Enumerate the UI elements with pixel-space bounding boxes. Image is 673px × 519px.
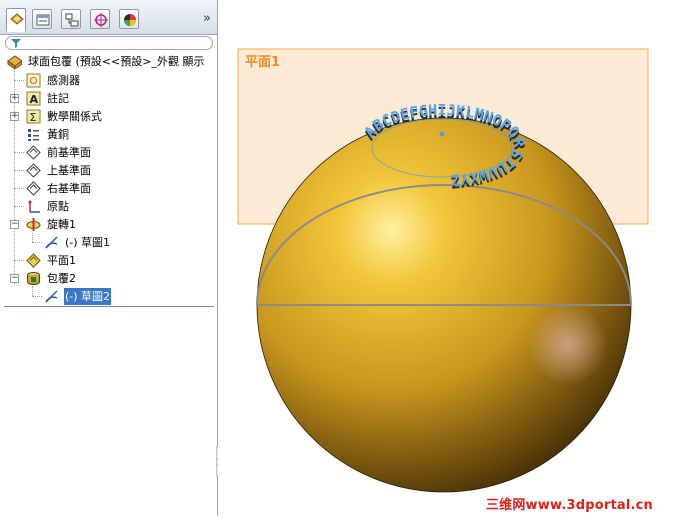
tab-property-manager[interactable] [32, 9, 52, 29]
tree-item-annotations[interactable]: + A 註記 [0, 90, 215, 107]
sphere-highlight [528, 305, 608, 385]
tree-filter-input[interactable] [5, 36, 213, 50]
tree-item-label: 前基準面 [47, 146, 91, 159]
tree-item-label: 右基準面 [47, 182, 91, 195]
graphics-area[interactable]: 平面1 ABCDEFGHIJKLMNOPQRSTUVWXYZ ABCDEFGHI… [218, 0, 673, 516]
tree-item-front-plane[interactable]: 前基準面 [0, 144, 215, 161]
tree-root-label: 球面包覆 (預設<<預設>_外觀 顯示 [28, 55, 205, 68]
tree-item-label: 感測器 [47, 74, 80, 87]
wrap-icon [27, 272, 40, 285]
dimxpert-icon [94, 13, 108, 27]
filter-icon [11, 39, 21, 48]
collapse-toggle[interactable]: − [10, 220, 19, 229]
tree-item-label: 包覆2 [47, 272, 76, 285]
part-icon [7, 55, 22, 69]
plane-icon [26, 181, 41, 196]
sensor-icon [26, 73, 41, 88]
tree-item-label: 註記 [47, 92, 69, 105]
tree-item-revolve1[interactable]: − 旋轉1 [0, 216, 215, 233]
tree-item-plane1[interactable]: 平面1 [0, 252, 215, 269]
sketch-icon [45, 290, 58, 303]
panel-tab-bar: » [0, 0, 217, 35]
tab-dimxpert[interactable] [90, 9, 110, 29]
sketch-icon [45, 236, 58, 249]
tree-item-label: 黃銅 [47, 128, 69, 141]
origin-icon [28, 200, 40, 213]
tree-item-sketch1[interactable]: (-) 草圖1 [0, 234, 215, 251]
tree-item-right-plane[interactable]: 右基準面 [0, 180, 215, 197]
tree-item-label-selected: (-) 草圖2 [64, 288, 112, 305]
material-icon [28, 129, 39, 141]
tree-item-label: (-) 草圖1 [65, 236, 111, 249]
svg-text:Σ: Σ [30, 111, 37, 124]
tree-item-label: 上基準面 [47, 164, 91, 177]
plane-icon [26, 163, 41, 178]
model-view[interactable]: 平面1 ABCDEFGHIJKLMNOPQRSTUVWXYZ ABCDEFGHI… [218, 0, 673, 516]
tree-item-label: 原點 [47, 200, 69, 213]
tab-display-manager[interactable] [119, 9, 139, 29]
equation-icon: Σ [26, 109, 41, 124]
sketch-point[interactable] [439, 131, 445, 137]
tab-configuration-manager[interactable] [61, 9, 81, 29]
tree-item-top-plane[interactable]: 上基準面 [0, 162, 215, 179]
tree-item-origin[interactable]: 原點 [0, 198, 215, 215]
property-manager-icon [36, 14, 50, 26]
tree-item-label: 平面1 [47, 254, 76, 267]
more-tabs-chevron-icon[interactable]: » [203, 11, 211, 26]
collapse-toggle[interactable]: − [10, 274, 19, 283]
rollback-bar[interactable] [4, 306, 214, 307]
feature-manager-panel: » 球面包覆 (預設<<預設>_外觀 顯示 感測器 + A 註記 + Σ 數學關… [0, 0, 222, 516]
svg-text:A: A [30, 93, 39, 106]
tree-item-material[interactable]: 黃銅 [0, 126, 215, 143]
plane1-label: 平面1 [245, 55, 280, 70]
tree-item-label: 旋轉1 [47, 218, 76, 231]
tree-item-sketch2[interactable]: (-) 草圖2 [0, 288, 215, 305]
tree-root-item[interactable]: 球面包覆 (預設<<預設>_外觀 顯示 [5, 53, 215, 70]
plane-icon [26, 253, 41, 268]
annotation-icon: A [26, 91, 41, 106]
revolve-icon [26, 218, 41, 231]
expand-toggle[interactable]: + [10, 94, 19, 103]
tree-item-wrap2[interactable]: − 包覆2 [0, 270, 215, 287]
display-manager-icon [124, 14, 136, 26]
configuration-manager-icon [65, 13, 79, 27]
tree-item-label: 數學關係式 [47, 110, 102, 123]
tab-feature-manager[interactable] [6, 8, 26, 32]
tree-item-equations[interactable]: + Σ 數學關係式 [0, 108, 215, 125]
watermark-text: 三维网www.3dportal.cn [485, 498, 653, 513]
feature-manager-icon [10, 13, 24, 25]
tree-item-sensors[interactable]: 感測器 [0, 72, 215, 89]
plane-icon [26, 145, 41, 160]
expand-toggle[interactable]: + [10, 112, 19, 121]
